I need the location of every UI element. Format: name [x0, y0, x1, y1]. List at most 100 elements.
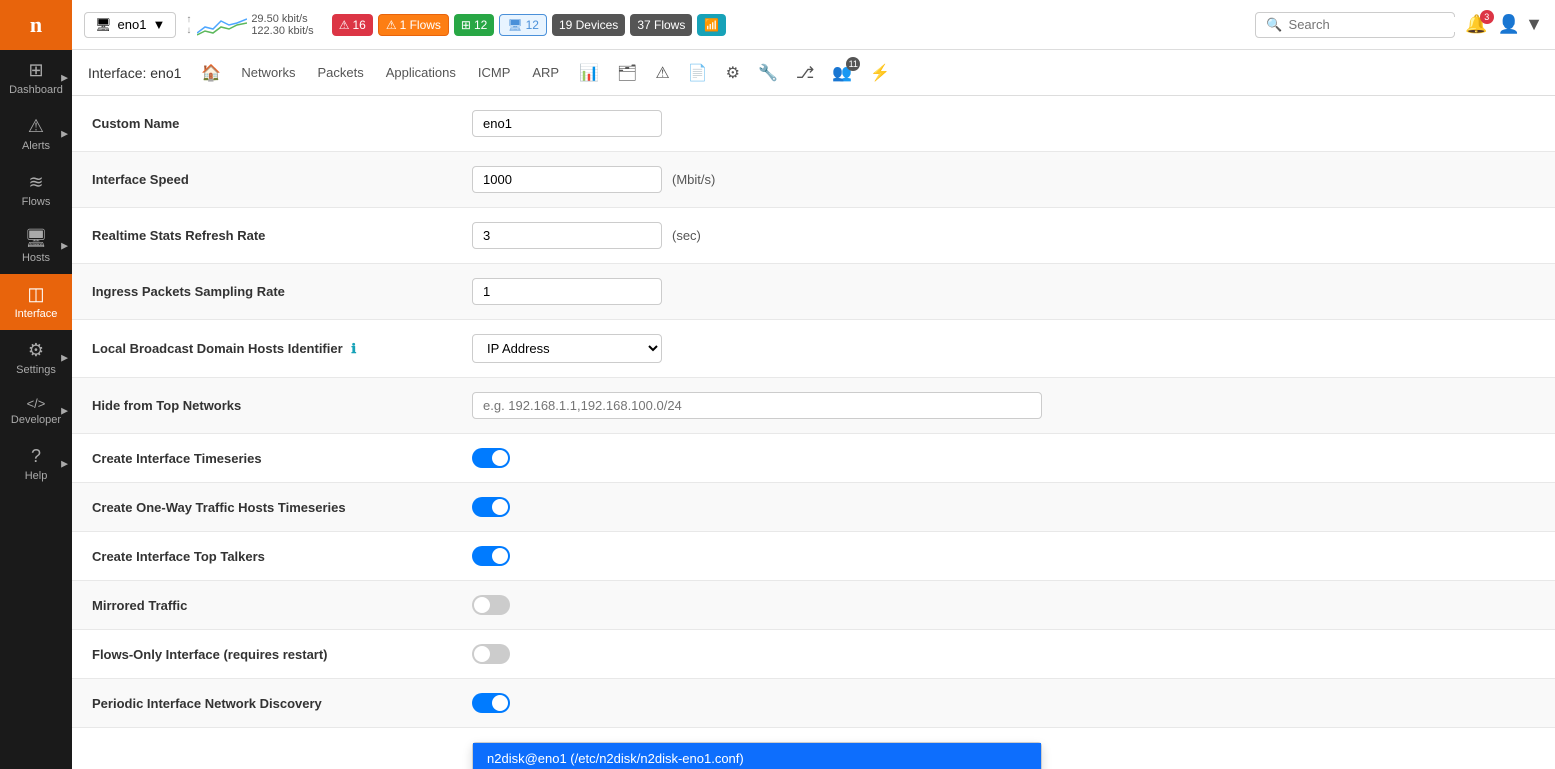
- sidebar-label-developer: Developer: [11, 414, 61, 426]
- mirrored-traffic-toggle[interactable]: [472, 595, 510, 615]
- value-top-talkers: [452, 532, 1555, 581]
- nav-branch-button[interactable]: ⎇: [788, 57, 822, 89]
- value-broadcast-domain: IP Address MAC Address: [452, 320, 1555, 378]
- status-badges: ⚠ 16 ⚠ 1 Flows ⊞ 12 🖥 12 19 Devices 37 F…: [332, 14, 727, 36]
- sidebar-label-settings: Settings: [16, 364, 56, 376]
- sidebar-label-help: Help: [25, 470, 48, 482]
- sidebar-item-hosts[interactable]: 🖥 Hosts ▶: [0, 218, 72, 274]
- top-talkers-toggle[interactable]: [472, 546, 510, 566]
- interface-selector[interactable]: 🖥 eno1 ▼: [84, 12, 176, 38]
- topbar-right: 🔍 🔔 3 👤 ▼: [1255, 12, 1543, 38]
- broadcast-domain-select[interactable]: IP Address MAC Address: [472, 334, 662, 363]
- custom-name-input[interactable]: [472, 110, 662, 137]
- nav-applications-button[interactable]: Applications: [376, 59, 466, 86]
- ingress-sampling-input[interactable]: [472, 278, 662, 305]
- label-custom-name: Custom Name: [72, 96, 452, 152]
- interface-title: Interface: eno1: [88, 65, 181, 81]
- value-traffic-recording: n2disk@eno1 (/etc/n2disk/n2disk-eno1.con…: [452, 728, 1555, 769]
- dropdown-arrow: ▼: [152, 17, 165, 32]
- notification-count: 3: [1480, 10, 1494, 24]
- logo-text: n: [30, 12, 42, 38]
- nav-arp-button[interactable]: ARP: [522, 59, 569, 86]
- value-one-way-hosts: [452, 483, 1555, 532]
- search-input[interactable]: [1289, 17, 1465, 32]
- user-menu-button[interactable]: 👤 ▼: [1498, 14, 1543, 35]
- main-content: 🖥 eno1 ▼ ↑ ↓ 29.50 kbit/s 122.30 kbit/s …: [72, 0, 1555, 769]
- flows-alert-badge[interactable]: ⚠ 1 Flows: [378, 14, 449, 36]
- interface-nav: Interface: eno1 🏠 Networks Packets Appli…: [72, 50, 1555, 96]
- label-traffic-recording: Traffic Recording Provider: [72, 728, 452, 769]
- hide-networks-input[interactable]: [472, 392, 1042, 419]
- notification-button[interactable]: 🔔 3: [1465, 14, 1487, 35]
- nav-chart-button[interactable]: 📊: [571, 57, 607, 89]
- row-realtime-refresh: Realtime Stats Refresh Rate (sec): [72, 208, 1555, 264]
- sidebar-label-alerts: Alerts: [22, 140, 50, 152]
- row-custom-name: Custom Name: [72, 96, 1555, 152]
- label-broadcast-domain: Local Broadcast Domain Hosts Identifier …: [72, 320, 452, 378]
- label-flows-only: Flows-Only Interface (requires restart): [72, 630, 452, 679]
- sidebar-item-dashboard[interactable]: ⊞ Dashboard ▶: [0, 50, 72, 106]
- label-mirrored-traffic: Mirrored Traffic: [72, 581, 452, 630]
- chevron-icon: ▶: [61, 459, 68, 470]
- down-arrow: ↓: [186, 25, 191, 36]
- nav-doc-button[interactable]: 📄: [680, 57, 716, 89]
- flows-badge[interactable]: 37 Flows: [630, 14, 692, 36]
- row-ingress-sampling: Ingress Packets Sampling Rate: [72, 264, 1555, 320]
- settings-content: Custom Name Interface Speed (Mbit/s): [72, 96, 1555, 769]
- nav-users-button[interactable]: 👥 11: [824, 57, 860, 89]
- label-create-timeseries: Create Interface Timeseries: [72, 434, 452, 483]
- nav-networks-button[interactable]: Networks: [231, 59, 305, 86]
- nav-packets-button[interactable]: Packets: [308, 59, 374, 86]
- row-mirrored-traffic: Mirrored Traffic: [72, 581, 1555, 630]
- nav-layers-button[interactable]: 🗂: [609, 57, 645, 89]
- traffic-indicator: ↑ ↓ 29.50 kbit/s 122.30 kbit/s: [186, 13, 313, 37]
- flows-only-toggle[interactable]: [472, 644, 510, 664]
- interface-icon: 🖥: [95, 17, 112, 33]
- app-logo[interactable]: n: [0, 0, 72, 50]
- row-broadcast-domain: Local Broadcast Domain Hosts Identifier …: [72, 320, 1555, 378]
- network-discovery-toggle[interactable]: [472, 693, 510, 713]
- nav-wrench-button[interactable]: 🔧: [750, 57, 786, 89]
- dropdown-option-n2disk[interactable]: n2disk@eno1 (/etc/n2disk/n2disk-eno1.con…: [473, 743, 1041, 769]
- realtime-refresh-input[interactable]: [472, 222, 662, 249]
- traffic-values: 29.50 kbit/s 122.30 kbit/s: [251, 13, 313, 37]
- label-hide-networks: Hide from Top Networks: [72, 378, 452, 434]
- search-box[interactable]: 🔍: [1255, 12, 1455, 38]
- refresh-unit: (sec): [672, 228, 701, 243]
- sidebar-item-settings[interactable]: ⚙ Settings ▶: [0, 330, 72, 386]
- recording-provider-dropdown[interactable]: n2disk@eno1 (/etc/n2disk/n2disk-eno1.con…: [472, 742, 1042, 769]
- blue-badge[interactable]: 🖥 12: [499, 14, 547, 36]
- topbar: 🖥 eno1 ▼ ↑ ↓ 29.50 kbit/s 122.30 kbit/s …: [72, 0, 1555, 50]
- create-timeseries-toggle[interactable]: [472, 448, 510, 468]
- chevron-icon: ▶: [61, 406, 68, 417]
- interface-speed-input[interactable]: [472, 166, 662, 193]
- sidebar: n ⊞ Dashboard ▶ ⚠ Alerts ▶ ≋ Flows 🖥 Hos…: [0, 0, 72, 769]
- info-icon[interactable]: ℹ: [351, 341, 356, 356]
- speed-unit: (Mbit/s): [672, 172, 715, 187]
- sidebar-item-alerts[interactable]: ⚠ Alerts ▶: [0, 106, 72, 162]
- row-traffic-recording: Traffic Recording Provider n2disk@eno1 (…: [72, 728, 1555, 769]
- one-way-hosts-toggle[interactable]: [472, 497, 510, 517]
- nav-home-button[interactable]: 🏠: [193, 57, 229, 89]
- row-top-talkers: Create Interface Top Talkers: [72, 532, 1555, 581]
- sidebar-item-flows[interactable]: ≋ Flows: [0, 162, 72, 218]
- dashboard-icon: ⊞: [28, 60, 43, 81]
- sidebar-item-interface[interactable]: ◫ Interface: [0, 274, 72, 330]
- sidebar-item-developer[interactable]: </> Developer ▶: [0, 386, 72, 436]
- nav-alert-button[interactable]: ⚠: [647, 57, 677, 89]
- nav-flash-button[interactable]: ⚡: [862, 57, 898, 89]
- nav-icmp-button[interactable]: ICMP: [468, 59, 521, 86]
- devices-badge[interactable]: 19 Devices: [552, 14, 625, 36]
- teal-badge[interactable]: 📶: [697, 14, 726, 36]
- alert-badge[interactable]: ⚠ 16: [332, 14, 373, 36]
- value-interface-speed: (Mbit/s): [452, 152, 1555, 208]
- sidebar-item-help[interactable]: ? Help ▶: [0, 436, 72, 492]
- search-icon: 🔍: [1266, 17, 1282, 33]
- row-one-way-hosts: Create One-Way Traffic Hosts Timeseries: [72, 483, 1555, 532]
- users-count-badge: 11: [846, 57, 860, 71]
- value-network-discovery: [452, 679, 1555, 728]
- green-badge[interactable]: ⊞ 12: [454, 14, 494, 36]
- traffic-up: 29.50 kbit/s: [251, 13, 313, 25]
- label-one-way-hosts: Create One-Way Traffic Hosts Timeseries: [72, 483, 452, 532]
- nav-gear-button[interactable]: ⚙: [718, 57, 748, 89]
